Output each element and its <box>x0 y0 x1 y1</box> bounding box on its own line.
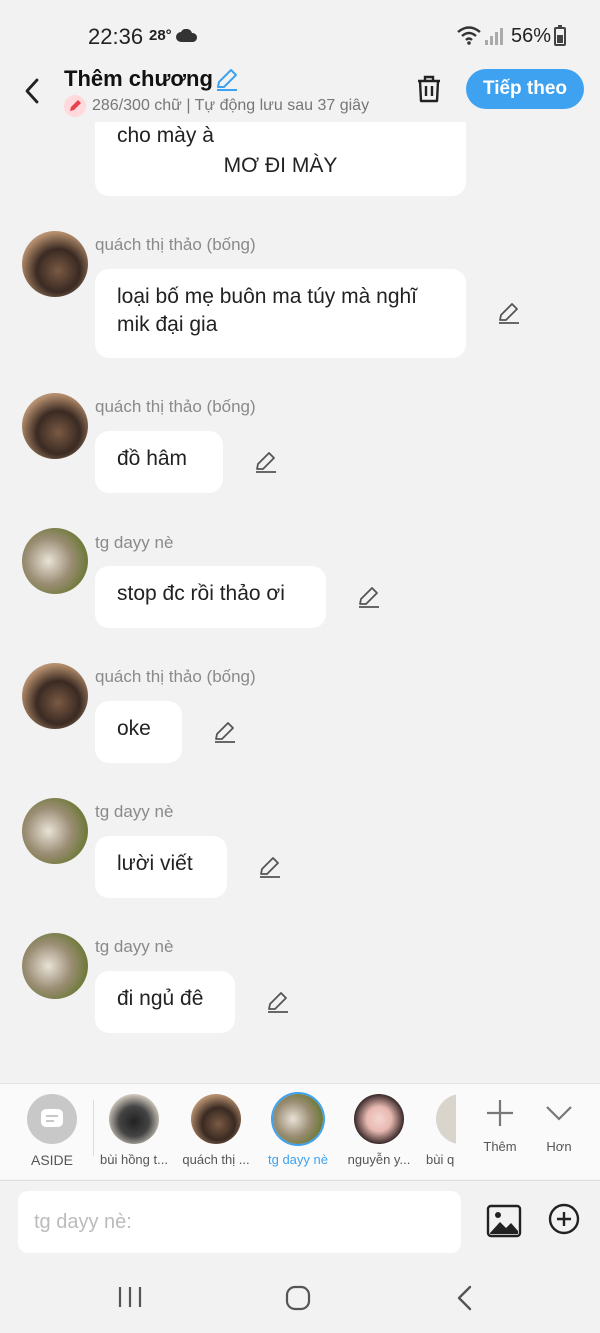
character-label: bùi q <box>426 1152 455 1167</box>
avatar[interactable] <box>22 798 88 864</box>
avatar[interactable] <box>22 528 88 594</box>
character-label: nguyễn y... <box>347 1152 411 1167</box>
more-label: Hơn <box>546 1139 572 1154</box>
trash-icon[interactable] <box>414 74 444 104</box>
character-label: tg dayy nè <box>268 1152 328 1167</box>
chat-area[interactable]: cho mày à MƠ ĐI MÀY quách thị thảo (bống… <box>0 122 600 1082</box>
wifi-icon <box>457 26 481 45</box>
character-item[interactable]: bùi q <box>416 1094 456 1167</box>
message-text: đi ngủ đê <box>117 987 204 1010</box>
character-item[interactable]: bùi hồng t... <box>89 1094 179 1167</box>
character-label: quách thị ... <box>182 1152 250 1167</box>
character-aside[interactable]: ASIDE <box>7 1094 97 1168</box>
sender-name: quách thị thảo (bống) <box>95 235 256 254</box>
message-text: stop đc rồi thảo ơi <box>117 582 285 605</box>
battery-percent: 56% <box>511 25 552 47</box>
avatar[interactable] <box>22 231 88 297</box>
edit-message-icon[interactable] <box>497 301 521 325</box>
sender-name: tg dayy nè <box>95 937 174 956</box>
nav-back-icon[interactable] <box>455 1285 475 1311</box>
sender-name: tg dayy nè <box>95 802 174 821</box>
message-bubble[interactable]: loại bố mẹ buôn ma túy mà nghĩ mik đại g… <box>95 269 466 358</box>
avatar <box>273 1094 323 1144</box>
chevron-down-icon <box>546 1106 572 1121</box>
battery-icon <box>554 25 566 46</box>
avatar[interactable] <box>22 933 88 999</box>
message-bubble[interactable]: stop đc rồi thảo ơi <box>95 566 326 628</box>
message-input[interactable] <box>18 1191 461 1253</box>
header: Thêm chương 286/300 chữ | Tự động lưu sa… <box>0 62 600 122</box>
avatar[interactable] <box>22 393 88 459</box>
next-button[interactable]: Tiếp theo <box>466 69 584 109</box>
avatar[interactable] <box>22 663 88 729</box>
character-item[interactable]: quách thị ... <box>171 1094 261 1167</box>
character-item-selected[interactable]: tg dayy nè <box>253 1094 343 1167</box>
edit-message-icon[interactable] <box>254 450 278 474</box>
input-bar <box>0 1180 600 1263</box>
message-bubble[interactable]: oke <box>95 701 182 763</box>
avatar <box>191 1094 241 1144</box>
back-arrow-icon[interactable] <box>18 76 48 106</box>
avatar <box>354 1094 404 1144</box>
message-text: cho mày à <box>117 124 214 147</box>
home-icon[interactable] <box>285 1285 311 1311</box>
message-text: oke <box>117 717 151 740</box>
status-time: 22:36 <box>88 24 144 49</box>
message-text: MƠ ĐI MÀY <box>223 154 338 177</box>
word-count-autosave: 286/300 chữ | Tự động lưu sau 37 giây <box>64 95 392 117</box>
edit-message-icon[interactable] <box>213 720 237 744</box>
chat-bubble-icon <box>41 1109 63 1127</box>
recent-apps-icon[interactable] <box>117 1285 143 1309</box>
message-bubble[interactable]: lười viết <box>95 836 227 898</box>
avatar <box>109 1094 159 1144</box>
page-title: Thêm chương <box>64 66 213 91</box>
add-circle-icon[interactable] <box>548 1203 580 1235</box>
system-nav-bar <box>0 1263 600 1333</box>
edit-message-icon[interactable] <box>258 855 282 879</box>
autosave-text: 286/300 chữ | Tự động lưu sau 37 giây <box>92 97 370 115</box>
avatar <box>436 1094 456 1144</box>
message-text: lười viết <box>117 852 193 875</box>
signal-icon <box>485 28 503 45</box>
sender-name: quách thị thảo (bống) <box>95 397 256 416</box>
message-bubble[interactable]: đi ngủ đê <box>95 971 235 1033</box>
more-characters-button[interactable]: Hơn <box>534 1098 584 1154</box>
message-bubble[interactable]: cho mày à MƠ ĐI MÀY <box>95 122 466 196</box>
cloud-icon <box>176 29 198 42</box>
message-bubble[interactable]: đồ hâm <box>95 431 223 493</box>
character-item[interactable]: nguyễn y... <box>334 1094 424 1167</box>
message-text: loại bố mẹ buôn ma túy mà nghĩ mik đại g… <box>117 285 418 336</box>
edit-message-icon[interactable] <box>266 990 290 1014</box>
edit-message-icon[interactable] <box>357 585 381 609</box>
image-icon[interactable] <box>486 1203 522 1239</box>
edit-title-icon[interactable] <box>214 66 240 92</box>
character-label: bùi hồng t... <box>100 1152 168 1167</box>
add-label: Thêm <box>483 1139 517 1154</box>
sender-name: quách thị thảo (bống) <box>95 667 256 686</box>
aside-avatar <box>27 1094 77 1144</box>
plus-icon <box>487 1100 513 1126</box>
add-character-button[interactable]: Thêm <box>475 1098 525 1154</box>
character-label: ASIDE <box>30 1152 73 1168</box>
sender-name: tg dayy nè <box>95 533 174 552</box>
status-temperature: 28° <box>149 27 172 44</box>
character-selector: ASIDE bùi hồng t... quách thị ... tg day… <box>0 1083 600 1179</box>
pencil-badge-icon <box>64 95 86 117</box>
status-bar: 22:36 28° 56% <box>0 0 600 62</box>
message-text: đồ hâm <box>117 447 188 470</box>
